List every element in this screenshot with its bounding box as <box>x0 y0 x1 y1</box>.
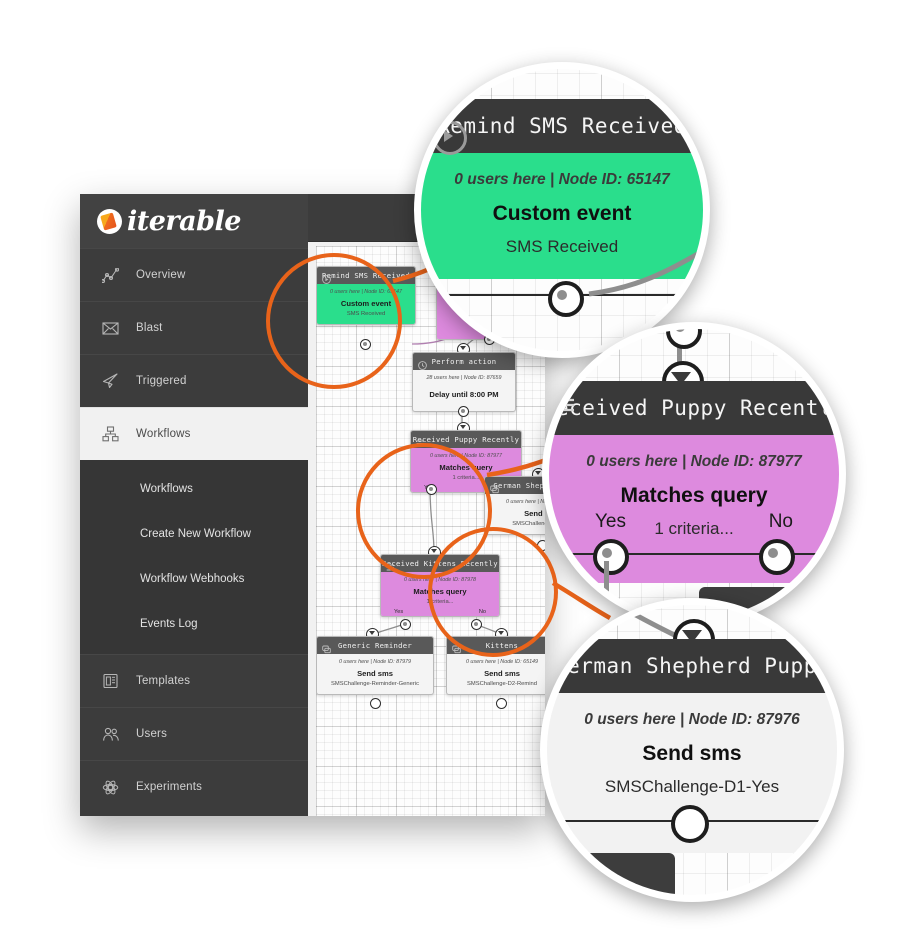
sidebar-subitem-workflows[interactable]: Workflows <box>80 466 308 511</box>
clock-icon <box>418 357 427 370</box>
callout-next-node-peek <box>575 853 675 895</box>
node-generic-reminder[interactable]: Generic Reminder 0 users here | Node ID:… <box>316 636 434 695</box>
sidebar-item-label: Overview <box>136 269 186 281</box>
sms-icon <box>490 481 499 494</box>
sidebar-subitem-create-new-workflow[interactable]: Create New Workflow <box>80 511 308 556</box>
sidebar-subitem-workflow-webhooks[interactable]: Workflow Webhooks <box>80 556 308 601</box>
callout-node-sub: 1 criteria... <box>654 519 734 538</box>
callout-node-header: German Shepherd Puppy <box>547 639 837 693</box>
node-title: Perform action <box>431 357 497 366</box>
node-title: German Shepherd Puppy <box>493 481 545 490</box>
callout-node-body: 0 users here | Node ID: 87977 Matches qu… <box>549 435 839 583</box>
callout-node-sub: SMSChallenge-D1-Yes <box>604 777 780 796</box>
sidebar-item-label: Templates <box>136 675 191 687</box>
sidebar-subitem-label: Events Log <box>140 617 198 630</box>
sidebar-subitem-label: Workflows <box>140 482 193 495</box>
node-sub: SMSChallenge-D1-Yes <box>512 521 545 527</box>
sidebar-item-workflows[interactable]: Workflows <box>80 407 308 460</box>
node-meta: 28 users here | Node ID: 87659 <box>426 375 502 381</box>
sidebar-item-experiments[interactable]: Experiments <box>80 760 308 813</box>
node-header: Perform action <box>413 353 515 370</box>
callout-yes-label: Yes <box>595 511 626 532</box>
node-sub: SMSChallenge-Reminder-Generic <box>331 681 419 687</box>
sidebar-item-label: Workflows <box>136 428 191 440</box>
atom-icon <box>102 777 128 797</box>
node-meta: 0 users here | Node ID: 65149 <box>465 659 539 665</box>
node-body: 28 users here | Node ID: 87659 Delay unt… <box>413 370 515 411</box>
callout-edge <box>588 248 703 297</box>
node-yes-label: Yes <box>394 609 404 615</box>
callout-no-port[interactable] <box>759 539 795 575</box>
sidebar-item-triggered[interactable]: Triggered <box>80 354 308 407</box>
node-main: Send sms <box>484 669 520 678</box>
callout-list-icon <box>561 397 575 413</box>
paper-plane-icon <box>102 371 128 391</box>
node-meta: 0 users here | Node ID: 87976 <box>505 499 545 505</box>
node-main: Delay until 8:00 PM <box>429 390 499 399</box>
highlight-ring-remind-sms-received <box>266 253 402 389</box>
node-yes-port[interactable] <box>400 619 411 630</box>
node-header: German Shepherd Puppy <box>485 477 545 494</box>
node-output-port[interactable] <box>496 698 507 709</box>
sidebar-item-label: Users <box>136 728 168 740</box>
node-perform-action[interactable]: Perform action 28 users here | Node ID: … <box>412 352 516 412</box>
callout-node-meta: 0 users here | Node ID: 87977 <box>586 453 802 470</box>
brand-name: iterable <box>127 205 241 237</box>
sidebar-item-label: Triggered <box>136 375 187 387</box>
callout-yes-port[interactable] <box>593 539 629 575</box>
sidebar-item-label: Blast <box>136 322 163 334</box>
callout-received-puppy-recently: Received Puppy Recently 0 users here | N… <box>542 322 846 626</box>
iterable-logo-icon <box>97 208 122 234</box>
callout-sms-icon <box>555 657 573 673</box>
callout-node-title: Received Puppy Recently <box>542 396 846 420</box>
sidebar-item-templates[interactable]: Templates <box>80 654 308 707</box>
screenshot-stage: iterable Overview Blast Triggered Workfl… <box>0 0 900 934</box>
callout-german-shepherd-puppy: German Shepherd Puppy 0 users here | Nod… <box>540 598 844 902</box>
callout-node-title: German Shepherd Puppy <box>553 654 830 678</box>
callout-no-label: No <box>768 511 793 532</box>
sidebar-subitem-label: Create New Workflow <box>140 527 251 540</box>
highlight-ring-german-shepherd-puppy <box>428 527 558 657</box>
node-body: 0 users here | Node ID: 65149 Send sms S… <box>447 654 545 694</box>
node-main: Send sms <box>357 669 393 678</box>
callout-node-main: Matches query <box>620 484 768 507</box>
node-body: 0 users here | Node ID: 87979 Send sms S… <box>317 654 433 694</box>
brand-logo[interactable]: iterable <box>80 194 308 248</box>
callout-remind-sms-received: Remind SMS Received 0 users here | Node … <box>414 62 710 358</box>
sidebar-item-label: Experiments <box>136 781 203 793</box>
node-sub: SMSChallenge-D2-Remind <box>467 681 537 687</box>
callout-node-meta: 0 users here | Node ID: 87976 <box>584 711 800 728</box>
sitemap-icon <box>102 424 128 444</box>
node-output-port[interactable] <box>370 698 381 709</box>
envelope-icon <box>102 318 128 338</box>
sidebar-subitem-events-log[interactable]: Events Log <box>80 601 308 646</box>
sidebar-subitem-label: Workflow Webhooks <box>140 572 245 585</box>
callout-node-main: Send sms <box>642 742 742 765</box>
callout-output-port[interactable] <box>671 805 709 843</box>
node-header: Generic Reminder <box>317 637 433 654</box>
callout-node-header: Received Puppy Recently <box>542 381 846 435</box>
users-icon <box>102 724 128 744</box>
node-title: Generic Reminder <box>337 641 413 650</box>
line-chart-icon <box>102 265 128 285</box>
template-icon <box>102 671 128 691</box>
workflows-submenu: Workflows Create New Workflow Workflow W… <box>80 460 308 654</box>
sidebar-item-users[interactable]: Users <box>80 707 308 760</box>
node-output-port[interactable] <box>458 406 469 417</box>
node-main: Send sms <box>524 509 545 518</box>
callout-yes-edge <box>604 561 609 601</box>
sms-icon <box>322 641 331 654</box>
node-meta: 0 users here | Node ID: 87979 <box>338 659 412 665</box>
